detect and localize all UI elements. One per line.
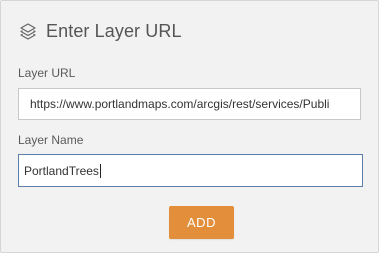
layers-icon [19, 22, 37, 40]
layer-name-input[interactable]: PortlandTrees [18, 154, 363, 187]
layer-url-value: https://www.portlandmaps.com/arcgis/rest… [30, 97, 330, 111]
panel-title: Enter Layer URL [46, 20, 182, 41]
add-button[interactable]: ADD [169, 206, 234, 239]
layer-url-label: Layer URL [18, 66, 76, 80]
add-layer-panel: Enter Layer URL Layer URL https://www.po… [0, 0, 379, 253]
text-caret [99, 163, 101, 178]
layer-name-value: PortlandTrees [24, 163, 99, 178]
panel-header: Enter Layer URL [19, 19, 182, 43]
layer-name-label: Layer Name [18, 133, 84, 147]
layer-url-input[interactable]: https://www.portlandmaps.com/arcgis/rest… [18, 88, 361, 120]
add-button-label: ADD [187, 215, 216, 230]
